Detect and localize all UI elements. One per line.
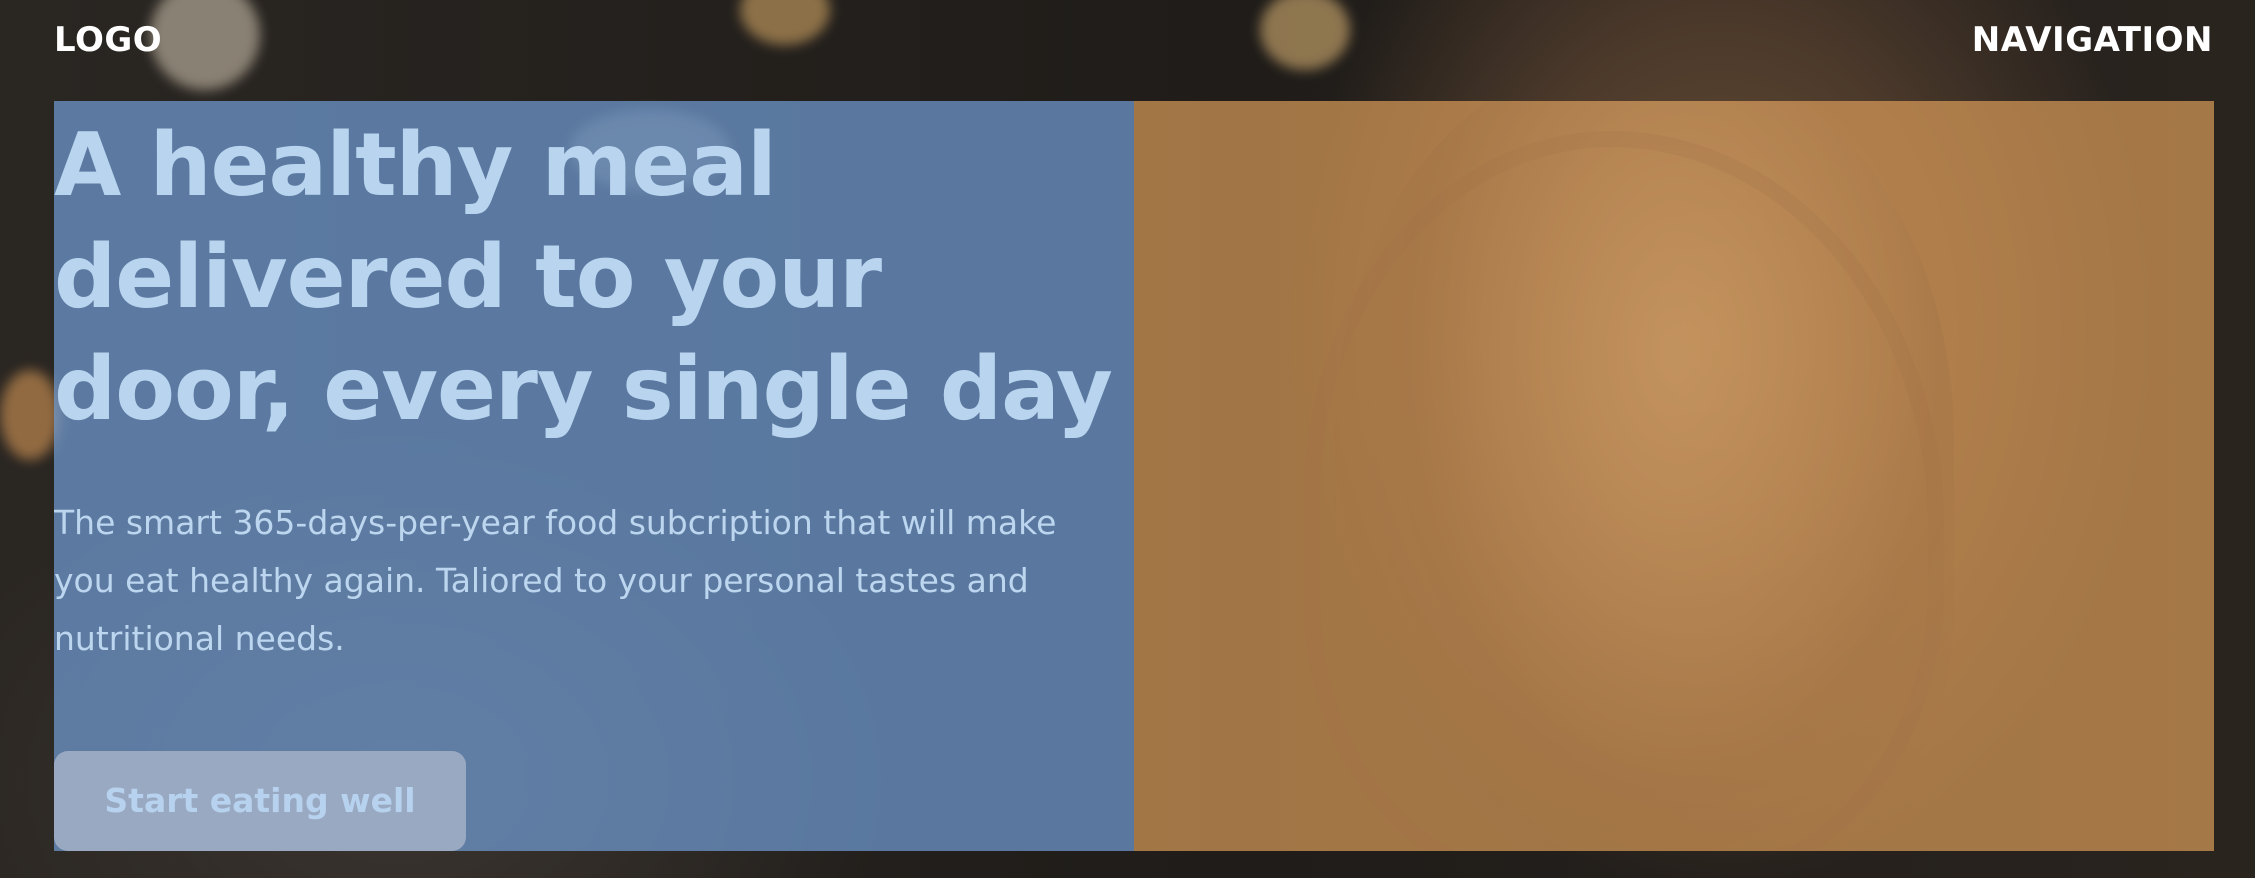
start-eating-well-button[interactable]: Start eating well [54,751,466,851]
bokeh-light [0,370,60,460]
site-header: LOGO NAVIGATION [0,0,2255,80]
hero-headline: A healthy meal delivered to your door, e… [54,114,1113,440]
hero-image-panel [1134,101,2214,851]
hero-description: The smart 365-days-per-year food subcrip… [54,503,1057,658]
hero-text-panel: A healthy meal delivered to your door, e… [54,101,1134,851]
hero-section: A healthy meal delivered to your door, e… [54,101,2214,851]
logo[interactable]: LOGO [54,18,162,62]
navigation-menu[interactable]: NAVIGATION [1972,18,2213,62]
